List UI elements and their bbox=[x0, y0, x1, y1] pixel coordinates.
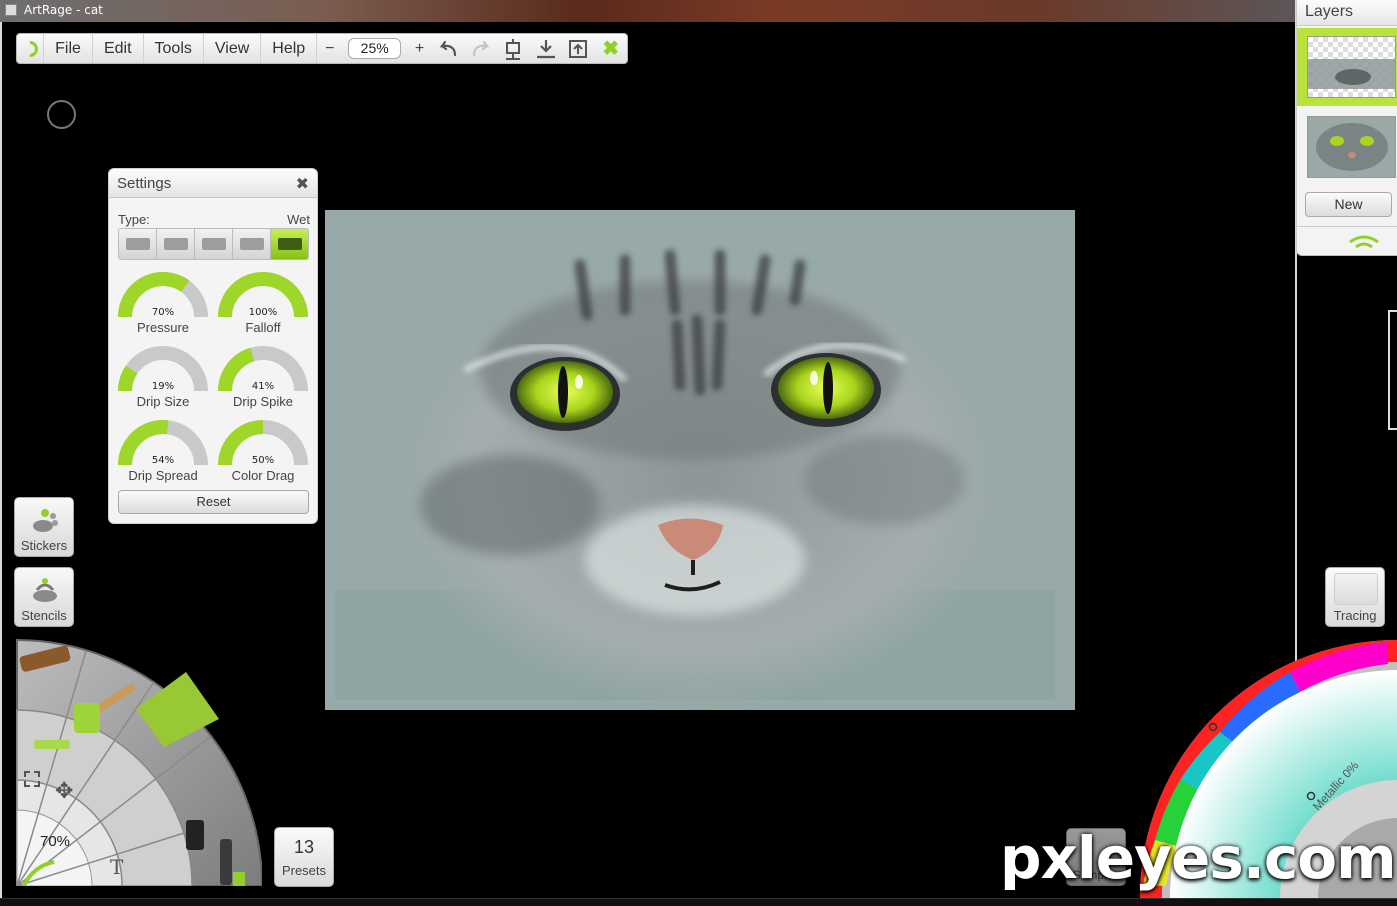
canvas-position-icon[interactable] bbox=[497, 34, 529, 63]
dial-drip-size[interactable]: 19% Drip Size bbox=[117, 345, 209, 411]
type-label: Type: bbox=[118, 212, 150, 227]
selection-tool-icon[interactable] bbox=[24, 771, 40, 787]
window-titlebar: ArtRage - cat bbox=[0, 0, 1295, 22]
type-value: Wet bbox=[287, 212, 310, 227]
dial-drip-spread-label: Drip Spread bbox=[128, 468, 198, 483]
dial-drip-spike[interactable]: 41% Drip Spike bbox=[217, 345, 309, 411]
stencils-label: Stencils bbox=[21, 608, 67, 623]
type-button-3[interactable] bbox=[195, 229, 233, 259]
window-frame-left bbox=[0, 22, 2, 906]
dial-falloff[interactable]: 100% Falloff bbox=[217, 271, 309, 337]
type-2-icon bbox=[163, 238, 188, 250]
menu-file[interactable]: File bbox=[44, 34, 93, 63]
layer-item-1[interactable] bbox=[1297, 28, 1397, 106]
export-icon[interactable] bbox=[562, 34, 594, 63]
window-frame-bottom bbox=[0, 898, 1397, 906]
presets-button[interactable]: 13 Presets bbox=[274, 827, 334, 887]
zoom-out-button[interactable]: − bbox=[317, 34, 342, 63]
layer-2-thumbnail-image bbox=[1316, 123, 1388, 171]
settings-header: Settings ✖ bbox=[109, 169, 317, 198]
tracing-swatch bbox=[1334, 573, 1378, 605]
layers-title: Layers bbox=[1297, 0, 1397, 26]
dial-drip-spike-value: 41% bbox=[251, 381, 275, 392]
brush-cursor bbox=[47, 100, 76, 129]
dial-pressure[interactable]: 70% Pressure bbox=[117, 271, 209, 337]
tool-zoom-value: 70% bbox=[40, 833, 71, 850]
painting-canvas[interactable] bbox=[325, 210, 1075, 710]
dial-pressure-value: 70% bbox=[151, 307, 175, 318]
layer-1-thumbnail bbox=[1307, 36, 1396, 98]
cat-painting bbox=[325, 210, 1075, 710]
undo-icon[interactable] bbox=[432, 34, 464, 63]
settings-panel: Settings ✖ Type: Wet 70% Pressure 100% F… bbox=[108, 168, 318, 524]
type-row: Type: Wet bbox=[118, 212, 310, 227]
menu-edit[interactable]: Edit bbox=[93, 34, 144, 63]
type-4-icon bbox=[239, 238, 264, 250]
layer-2-thumbnail bbox=[1307, 116, 1396, 178]
type-button-2[interactable] bbox=[157, 229, 195, 259]
logo-icon bbox=[18, 37, 42, 60]
layer-item-2[interactable] bbox=[1297, 108, 1397, 186]
dial-drip-spread[interactable]: 54% Drip Spread bbox=[117, 419, 209, 485]
stickers-button[interactable]: Stickers bbox=[14, 497, 74, 557]
dial-color-drag-label: Color Drag bbox=[231, 468, 295, 483]
side-panel-edge bbox=[1388, 310, 1397, 430]
presets-count: 13 bbox=[293, 837, 315, 857]
dial-drip-size-label: Drip Size bbox=[136, 394, 190, 409]
menu-tools[interactable]: Tools bbox=[144, 34, 204, 63]
layer-1-thumbnail-image bbox=[1308, 59, 1395, 89]
menu-help[interactable]: Help bbox=[261, 34, 318, 63]
reset-button[interactable]: Reset bbox=[118, 490, 309, 514]
dial-falloff-value: 100% bbox=[248, 307, 278, 318]
type-button-wet[interactable] bbox=[271, 229, 308, 259]
brush-type-selector bbox=[118, 228, 309, 260]
stickers-icon bbox=[33, 509, 58, 532]
dial-color-drag[interactable]: 50% Color Drag bbox=[217, 419, 309, 485]
window-title: ArtRage - cat bbox=[24, 3, 103, 17]
layers-divider bbox=[1297, 226, 1397, 227]
artrage-window: ArtRage - cat File Edit Tools View Help … bbox=[0, 0, 1397, 906]
zoom-field[interactable]: 25% bbox=[348, 38, 401, 59]
tracing-button[interactable]: Tracing bbox=[1325, 567, 1385, 627]
type-button-4[interactable] bbox=[233, 229, 271, 259]
watermark: pxleyes.com bbox=[1000, 824, 1397, 892]
dial-drip-spread-value: 54% bbox=[151, 455, 175, 466]
layers-collapse-icon[interactable] bbox=[1347, 234, 1381, 252]
import-icon[interactable] bbox=[530, 34, 562, 63]
stickers-label: Stickers bbox=[20, 538, 68, 553]
close-icon[interactable]: ✖ bbox=[296, 174, 309, 193]
dial-drip-spike-label: Drip Spike bbox=[233, 394, 293, 409]
presets-label: Presets bbox=[281, 863, 327, 878]
artrage-logo-button[interactable] bbox=[17, 34, 45, 63]
dial-color-drag-value: 50% bbox=[251, 455, 275, 466]
dial-drip-size-value: 19% bbox=[151, 381, 175, 392]
settings-title: Settings bbox=[117, 174, 172, 192]
type-1-icon bbox=[125, 238, 150, 250]
dial-falloff-label: Falloff bbox=[245, 320, 281, 335]
stencils-button[interactable]: Stencils bbox=[14, 567, 74, 627]
zoom-in-button[interactable]: + bbox=[407, 34, 432, 63]
stencils-icon bbox=[33, 578, 57, 602]
menu-view[interactable]: View bbox=[204, 34, 262, 63]
text-tool-icon[interactable]: T bbox=[110, 855, 123, 879]
dial-pressure-label: Pressure bbox=[136, 320, 190, 335]
main-toolbar: File Edit Tools View Help − 25% + ✖ bbox=[16, 33, 628, 64]
tracing-label: Tracing bbox=[1333, 608, 1377, 623]
redo-icon[interactable] bbox=[465, 34, 497, 63]
new-layer-button[interactable]: New bbox=[1305, 192, 1392, 217]
type-button-1[interactable] bbox=[119, 229, 157, 259]
move-tool-icon[interactable]: ✥ bbox=[55, 779, 73, 804]
layers-panel: Layers New bbox=[1296, 0, 1397, 256]
type-3-icon bbox=[201, 238, 226, 250]
type-wet-icon bbox=[277, 238, 302, 250]
app-icon bbox=[5, 4, 17, 16]
close-green-icon[interactable]: ✖ bbox=[595, 34, 627, 63]
